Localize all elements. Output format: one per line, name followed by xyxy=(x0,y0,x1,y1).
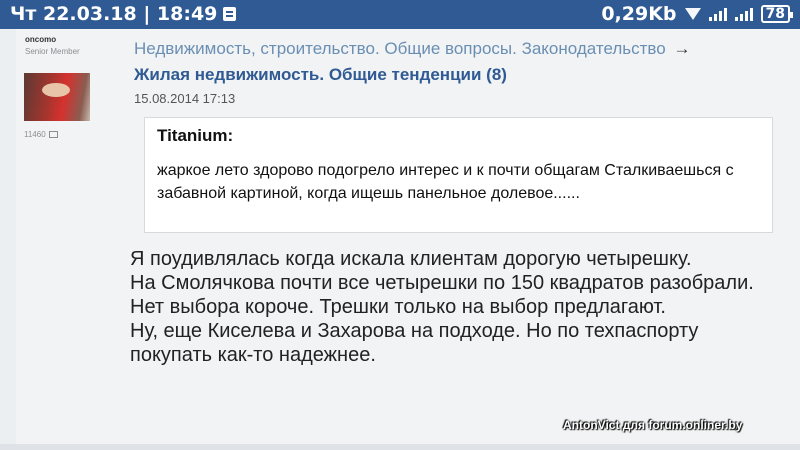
wifi-icon xyxy=(684,8,701,20)
message-line: На Смолячкова почти все четырешки по 150… xyxy=(130,272,754,318)
breadcrumb-link[interactable]: Недвижимость, строительство. Общие вопро… xyxy=(134,39,666,58)
signal-icon xyxy=(734,7,753,21)
signal-icon xyxy=(708,7,727,21)
post-count-value: 11460 xyxy=(24,130,46,139)
author-panel: oncomo Senior Member 11460 xyxy=(16,29,116,444)
datetime: Чт 22.03.18 | 18:49 xyxy=(10,3,218,25)
author-rank: Senior Member xyxy=(25,47,80,56)
post-body: Недвижимость, строительство. Общие вопро… xyxy=(130,29,794,444)
author-name[interactable]: oncomo xyxy=(25,35,56,44)
quote-text: жаркое лето здорово подогрело интерес и … xyxy=(157,162,734,202)
message-line: Ну, еще Киселева и Захарова на подходе. … xyxy=(130,320,699,366)
network-speed: 0,29Kb xyxy=(601,3,677,25)
post-date: 15.08.2014 17:13 xyxy=(134,91,236,106)
breadcrumb: Недвижимость, строительство. Общие вопро… xyxy=(134,39,690,59)
message-line: Я поудивлялась когда искала клиентам дор… xyxy=(130,248,692,270)
watermark: AntonVict для forum.onliner.by xyxy=(563,418,743,432)
battery-icon: 78 xyxy=(760,5,794,23)
bottom-divider xyxy=(0,444,800,450)
arrow-right-icon: → xyxy=(673,39,691,58)
quote-block: Titanium: жаркое лето здорово подогрело … xyxy=(144,117,773,233)
topic-title[interactable]: Жилая недвижимость. Общие тенденции (8) xyxy=(134,65,507,85)
monitor-icon xyxy=(48,131,58,138)
post-count: 11460 xyxy=(24,130,58,139)
battery-level: 78 xyxy=(765,6,785,22)
notification-icon xyxy=(223,7,237,21)
forum-page: oncomo Senior Member 11460 Недвижимость,… xyxy=(16,29,800,450)
post-message: Я поудивлялась когда искала клиентам дор… xyxy=(130,247,770,367)
status-bar: Чт 22.03.18 | 18:49 0,29Kb 78 xyxy=(0,0,800,29)
quote-author: Titanium: xyxy=(157,126,234,145)
avatar[interactable] xyxy=(24,73,90,121)
